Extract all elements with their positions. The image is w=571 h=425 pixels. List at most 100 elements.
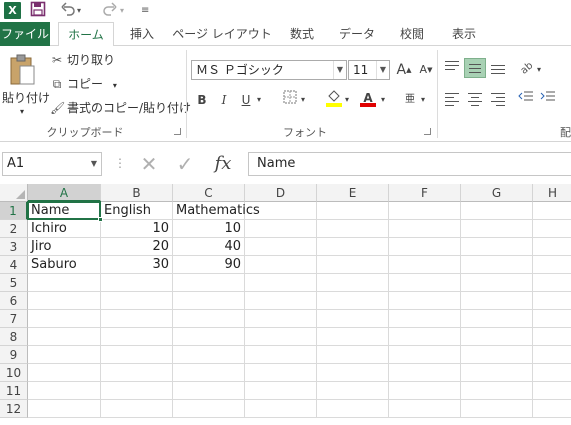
cell-d9[interactable] [245, 346, 317, 364]
cell-b1[interactable]: English [101, 202, 173, 220]
row-header-3[interactable]: 3 [0, 238, 28, 256]
redo-dropdown-icon[interactable]: ▾ [120, 1, 124, 21]
tab-home[interactable]: ホーム [58, 22, 114, 47]
cell-f11[interactable] [389, 382, 461, 400]
border-icon[interactable] [280, 90, 300, 110]
cell-h4[interactable] [533, 256, 571, 274]
align-middle-icon[interactable] [464, 58, 486, 78]
cell-f2[interactable] [389, 220, 461, 238]
column-header-c[interactable]: C [173, 184, 245, 202]
tab-file[interactable]: ファイル [0, 22, 50, 46]
cell-d8[interactable] [245, 328, 317, 346]
align-top-icon[interactable] [441, 58, 463, 78]
cell-f5[interactable] [389, 274, 461, 292]
cell-h2[interactable] [533, 220, 571, 238]
undo-icon[interactable] [60, 1, 76, 21]
cell-c12[interactable] [173, 400, 245, 418]
cell-e1[interactable] [317, 202, 389, 220]
cell-g10[interactable] [461, 364, 533, 382]
align-center-icon[interactable] [464, 90, 486, 110]
formula-input[interactable]: Name [248, 152, 571, 176]
cell-h3[interactable] [533, 238, 571, 256]
cell-g8[interactable] [461, 328, 533, 346]
cell-f10[interactable] [389, 364, 461, 382]
cell-g5[interactable] [461, 274, 533, 292]
cell-f4[interactable] [389, 256, 461, 274]
font-color-dropdown-icon[interactable]: ▾ [378, 90, 388, 110]
cell-e6[interactable] [317, 292, 389, 310]
cell-a11[interactable] [28, 382, 101, 400]
cell-h9[interactable] [533, 346, 571, 364]
tab-view[interactable]: 表示 [444, 22, 484, 46]
font-name-select[interactable]: ＭＳ Ｐゴシック ▼ [191, 60, 347, 80]
clipboard-launcher-icon[interactable] [174, 128, 181, 135]
column-header-b[interactable]: B [101, 184, 173, 202]
paste-icon[interactable] [8, 54, 36, 88]
cell-d4[interactable] [245, 256, 317, 274]
row-header-1[interactable]: 1 [0, 202, 28, 220]
cell-b6[interactable] [101, 292, 173, 310]
cell-f7[interactable] [389, 310, 461, 328]
cell-g7[interactable] [461, 310, 533, 328]
bold-button[interactable]: B [192, 90, 212, 110]
tab-review[interactable]: 校閲 [392, 22, 432, 46]
row-header-4[interactable]: 4 [0, 256, 28, 274]
cell-a10[interactable] [28, 364, 101, 382]
cell-c11[interactable] [173, 382, 245, 400]
copy-button[interactable]: ⧉ コピー ▾ [50, 76, 117, 94]
cell-e12[interactable] [317, 400, 389, 418]
redo-icon[interactable] [102, 1, 118, 21]
cell-e9[interactable] [317, 346, 389, 364]
cell-h5[interactable] [533, 274, 571, 292]
row-header-10[interactable]: 10 [0, 364, 28, 382]
align-bottom-icon[interactable] [487, 58, 509, 78]
column-header-g[interactable]: G [461, 184, 533, 202]
fill-color-icon[interactable] [324, 88, 344, 108]
name-box[interactable]: A1 ▼ [2, 152, 102, 176]
cell-c9[interactable] [173, 346, 245, 364]
cell-h7[interactable] [533, 310, 571, 328]
cell-e4[interactable] [317, 256, 389, 274]
cell-h8[interactable] [533, 328, 571, 346]
cell-d6[interactable] [245, 292, 317, 310]
column-header-e[interactable]: E [317, 184, 389, 202]
cell-d3[interactable] [245, 238, 317, 256]
cell-h6[interactable] [533, 292, 571, 310]
cell-a1[interactable]: Name [28, 202, 101, 220]
column-header-f[interactable]: F [389, 184, 461, 202]
cell-c2[interactable]: 10 [173, 220, 245, 238]
cell-f8[interactable] [389, 328, 461, 346]
cell-d10[interactable] [245, 364, 317, 382]
cell-c6[interactable] [173, 292, 245, 310]
cell-d7[interactable] [245, 310, 317, 328]
cell-h10[interactable] [533, 364, 571, 382]
cell-c8[interactable] [173, 328, 245, 346]
fill-color-dropdown-icon[interactable]: ▾ [342, 90, 352, 110]
cell-g11[interactable] [461, 382, 533, 400]
copy-dropdown-icon[interactable]: ▾ [113, 81, 117, 90]
paste-button[interactable]: 貼り付け [2, 90, 50, 106]
cell-g9[interactable] [461, 346, 533, 364]
cell-e5[interactable] [317, 274, 389, 292]
cell-d12[interactable] [245, 400, 317, 418]
tab-page-layout[interactable]: ページ レイアウト [172, 22, 272, 46]
row-header-12[interactable]: 12 [0, 400, 28, 418]
cell-b8[interactable] [101, 328, 173, 346]
cell-c4[interactable]: 90 [173, 256, 245, 274]
cell-g12[interactable] [461, 400, 533, 418]
font-launcher-icon[interactable] [424, 128, 431, 135]
cell-a7[interactable] [28, 310, 101, 328]
cell-e8[interactable] [317, 328, 389, 346]
row-header-5[interactable]: 5 [0, 274, 28, 292]
paste-dropdown-icon[interactable]: ▾ [20, 104, 24, 120]
row-header-9[interactable]: 9 [0, 346, 28, 364]
cell-c5[interactable] [173, 274, 245, 292]
cell-b12[interactable] [101, 400, 173, 418]
cell-g4[interactable] [461, 256, 533, 274]
tab-formulas[interactable]: 数式 [282, 22, 322, 46]
cell-a3[interactable]: Jiro [28, 238, 101, 256]
cell-b9[interactable] [101, 346, 173, 364]
cell-f9[interactable] [389, 346, 461, 364]
align-right-icon[interactable] [487, 90, 509, 110]
column-header-a[interactable]: A [28, 184, 101, 202]
